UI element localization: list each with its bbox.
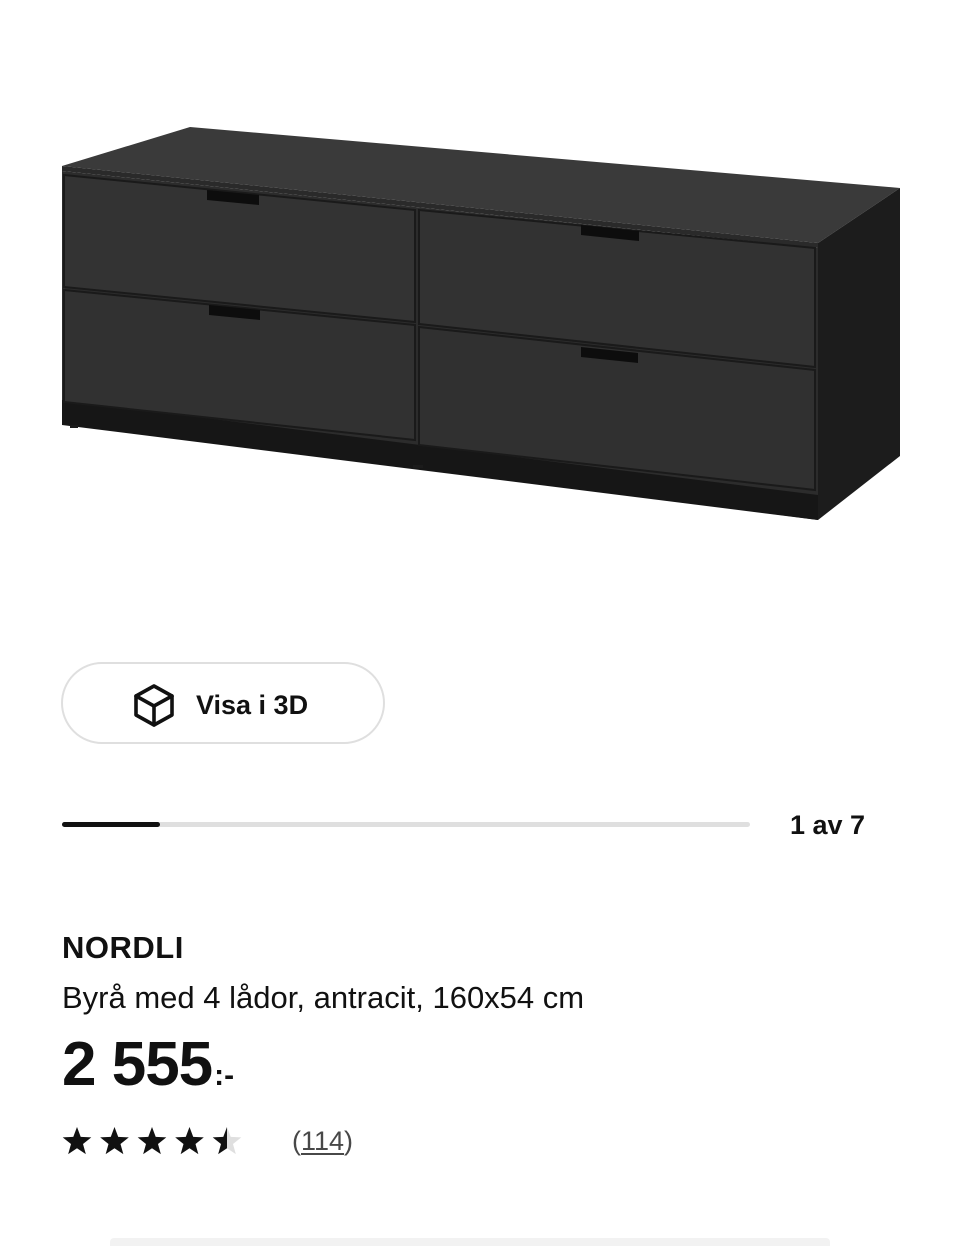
review-count-open: ( xyxy=(292,1126,301,1156)
review-count-close: ) xyxy=(344,1126,354,1156)
star-filled-icon xyxy=(100,1127,129,1155)
product-description: Byrå med 4 lådor, antracit, 160x54 cm xyxy=(62,980,585,1015)
product-name[interactable]: NORDLI xyxy=(62,928,184,968)
product-rating[interactable] xyxy=(62,1124,272,1160)
review-count-link[interactable]: (114) xyxy=(292,1124,353,1158)
star-filled-icon xyxy=(137,1127,167,1155)
price-suffix: :- xyxy=(214,1059,235,1092)
star-filled-icon xyxy=(62,1127,92,1155)
bottom-panel-edge xyxy=(110,1238,830,1246)
carousel-progress-fill xyxy=(62,822,161,827)
carousel-progress-track[interactable] xyxy=(62,822,750,827)
carousel-counter: 1 av 7 xyxy=(790,810,866,840)
star-filled-icon xyxy=(175,1127,204,1155)
view-in-3d-label: Visa i 3D xyxy=(196,690,309,720)
cube-3d-icon xyxy=(134,684,174,727)
rating-stars xyxy=(62,1127,242,1155)
review-count: 114 xyxy=(301,1126,345,1156)
product-image[interactable] xyxy=(0,0,960,640)
view-in-3d-button[interactable]: Visa i 3D xyxy=(61,662,385,744)
price-amount: 2 555 xyxy=(62,1030,213,1099)
product-price: 2 555 :- xyxy=(62,1030,234,1100)
